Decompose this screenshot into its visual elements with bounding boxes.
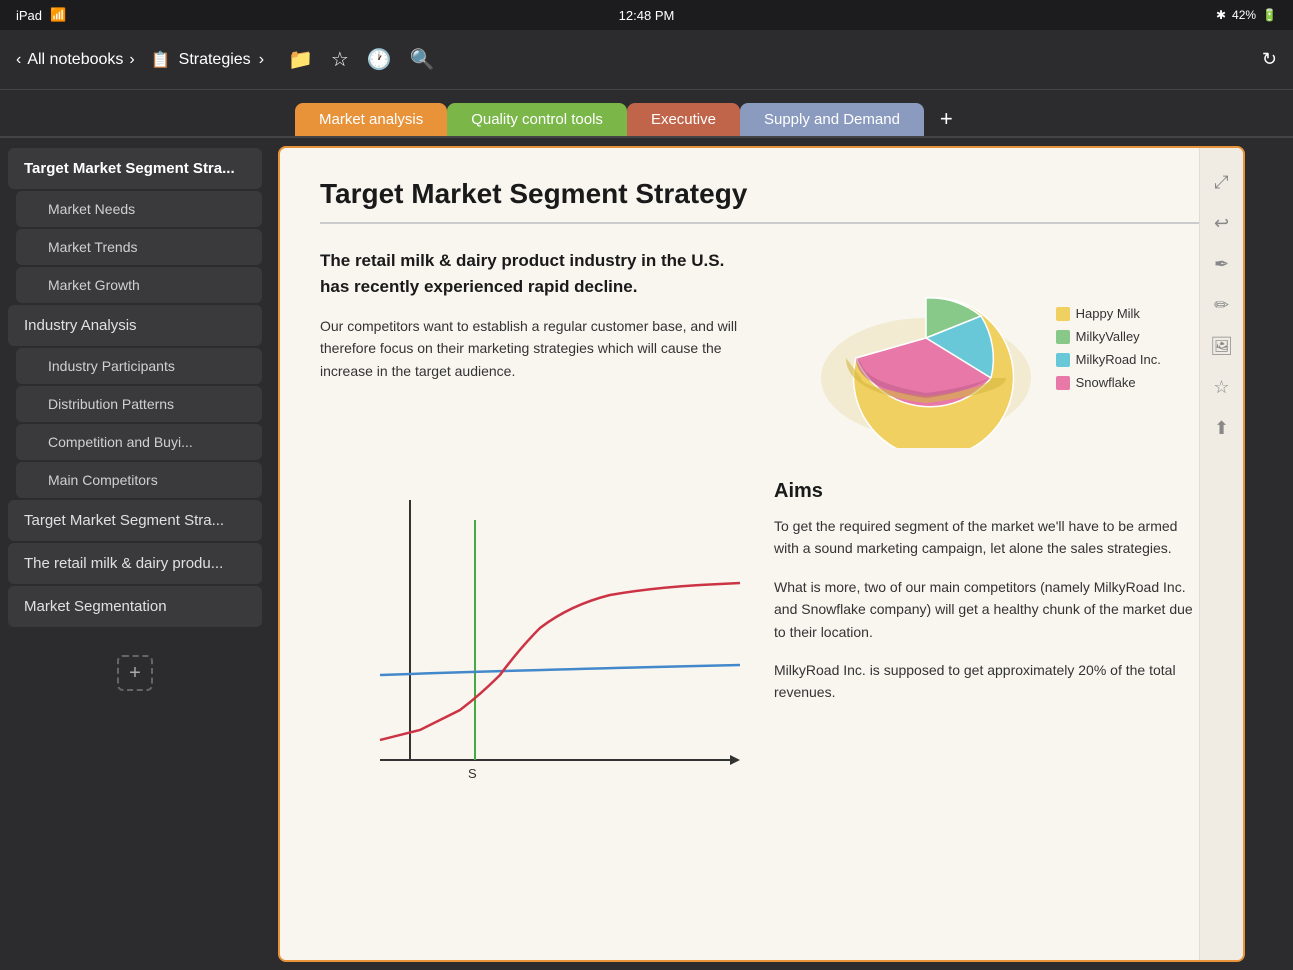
content-bottom: S Aims To get the required segment of th… <box>320 480 1203 805</box>
sidebar-item-competition-buying[interactable]: Competition and Buyi... <box>16 424 262 460</box>
pie-chart-svg <box>816 248 1036 448</box>
sidebar-item-market-needs[interactable]: Market Needs <box>16 191 262 227</box>
document-title: Target Market Segment Strategy <box>320 178 1203 224</box>
text-pen-icon[interactable]: ✏ <box>1214 295 1229 316</box>
tab-market-analysis[interactable]: Market analysis <box>295 103 447 136</box>
line-chart-area: S <box>320 480 750 805</box>
favorite-icon[interactable]: ☆ <box>1213 377 1229 398</box>
aims-para-3: MilkyRoad Inc. is supposed to get approx… <box>774 659 1203 704</box>
add-note-button[interactable]: + <box>117 655 153 691</box>
ipad-label: iPad <box>16 8 42 23</box>
aims-title: Aims <box>774 480 1203 503</box>
legend-dot-happy-milk <box>1056 307 1070 321</box>
refresh-icon[interactable]: ↻ <box>1262 49 1277 69</box>
expand-icon[interactable]: ⤢ <box>1214 172 1228 193</box>
chevron-left-icon: ‹ <box>16 51 21 69</box>
status-bar: iPad 📶 12:48 PM ✱ 42% 🔋 <box>0 0 1293 30</box>
sidebar-item-market-growth[interactable]: Market Growth <box>16 267 262 303</box>
aims-para-1: To get the required segment of the marke… <box>774 515 1203 560</box>
intro-bold: The retail milk & dairy product industry… <box>320 248 750 299</box>
legend-label-milkyvalley: MilkyValley <box>1076 329 1140 344</box>
share-icon[interactable]: ⬆ <box>1214 418 1229 439</box>
sidebar-item-main-competitors[interactable]: Main Competitors <box>16 462 262 498</box>
aims-para-2: What is more, two of our main competitor… <box>774 576 1203 643</box>
tabs-row: Market analysis Quality control tools Ex… <box>0 90 1293 138</box>
folder-icon[interactable]: 📁 <box>288 47 313 72</box>
pie-container: Happy Milk MilkyValley MilkyRoad Inc. <box>816 248 1161 448</box>
add-tab-button[interactable]: + <box>924 102 969 136</box>
legend-snowflake: Snowflake <box>1056 375 1161 390</box>
sidebar-item-target-market-2[interactable]: Target Market Segment Stra... <box>8 500 262 541</box>
svg-text:S: S <box>468 766 477 781</box>
sidebar-item-industry-participants[interactable]: Industry Participants <box>16 348 262 384</box>
sidebar-item-industry-analysis[interactable]: Industry Analysis <box>8 305 262 346</box>
sidebar: Target Market Segment Stra... Market Nee… <box>0 138 270 970</box>
back-button[interactable]: ‹ All notebooks › <box>16 51 135 69</box>
breadcrumb-arrow: › <box>259 51 264 69</box>
nav-arrow-icon: › <box>129 51 134 69</box>
tab-executive[interactable]: Executive <box>627 103 740 136</box>
legend-milkyroad: MilkyRoad Inc. <box>1056 352 1161 367</box>
status-time: 12:48 PM <box>619 8 675 23</box>
bluetooth-icon: ✱ <box>1216 8 1226 22</box>
sidebar-item-market-segmentation[interactable]: Market Segmentation <box>8 586 262 627</box>
battery-percent: 42% <box>1232 8 1256 22</box>
line-chart-svg: S <box>320 480 750 800</box>
legend-dot-snowflake <box>1056 376 1070 390</box>
sidebar-item-distribution-patterns[interactable]: Distribution Patterns <box>16 386 262 422</box>
pie-chart-area: Happy Milk MilkyValley MilkyRoad Inc. <box>774 248 1204 448</box>
legend-label-milkyroad: MilkyRoad Inc. <box>1076 352 1161 367</box>
search-icon[interactable]: 🔍 <box>410 47 435 72</box>
tab-quality-control[interactable]: Quality control tools <box>447 103 627 136</box>
sidebar-item-target-market[interactable]: Target Market Segment Stra... <box>8 148 262 189</box>
main-area: Target Market Segment Stra... Market Nee… <box>0 138 1293 970</box>
legend-happy-milk: Happy Milk <box>1056 306 1161 321</box>
pie-legend: Happy Milk MilkyValley MilkyRoad Inc. <box>1056 306 1161 390</box>
aims-area: Aims To get the required segment of the … <box>774 480 1203 805</box>
star-icon[interactable]: ☆ <box>331 47 349 72</box>
legend-milkyvalley: MilkyValley <box>1056 329 1161 344</box>
tab-supply-demand[interactable]: Supply and Demand <box>740 103 924 136</box>
legend-dot-milkyvalley <box>1056 330 1070 344</box>
legend-label-happy-milk: Happy Milk <box>1076 306 1140 321</box>
sidebar-item-market-trends[interactable]: Market Trends <box>16 229 262 265</box>
nav-bar: ‹ All notebooks › 📋 Strategies › 📁 ☆ 🕐 🔍… <box>0 30 1293 90</box>
status-left: iPad 📶 <box>16 7 66 23</box>
notebook-label[interactable]: Strategies <box>179 51 251 69</box>
wifi-icon: 📶 <box>50 7 66 23</box>
pen-icon[interactable]: ✒ <box>1214 254 1229 275</box>
undo-icon[interactable]: ↩ <box>1214 213 1229 234</box>
notebook-icon: 📋 <box>151 50 171 70</box>
content-top: The retail milk & dairy product industry… <box>320 248 1203 448</box>
image-icon[interactable]: 🖼 <box>1210 336 1233 357</box>
nav-icons: 📁 ☆ 🕐 🔍 <box>288 47 435 72</box>
nav-right: ↻ <box>1262 49 1277 70</box>
legend-dot-milkyroad <box>1056 353 1070 367</box>
breadcrumb: 📋 Strategies › <box>151 50 264 70</box>
document-panel: ⋮ ⤢ ↩ ✒ ✏ 🖼 ☆ ⬆ Target Market Segment St… <box>278 146 1245 962</box>
right-toolbar: ⤢ ↩ ✒ ✏ 🖼 ☆ ⬆ <box>1199 148 1243 960</box>
all-notebooks-label[interactable]: All notebooks <box>27 51 123 69</box>
status-right: ✱ 42% 🔋 <box>1216 8 1277 22</box>
intro-block: The retail milk & dairy product industry… <box>320 248 750 448</box>
sidebar-item-retail-milk[interactable]: The retail milk & dairy produ... <box>8 543 262 584</box>
intro-body: Our competitors want to establish a regu… <box>320 315 750 382</box>
drag-handle: ⋮ <box>278 549 282 560</box>
history-icon[interactable]: 🕐 <box>367 47 392 72</box>
legend-label-snowflake: Snowflake <box>1076 375 1136 390</box>
battery-icon: 🔋 <box>1262 8 1277 22</box>
